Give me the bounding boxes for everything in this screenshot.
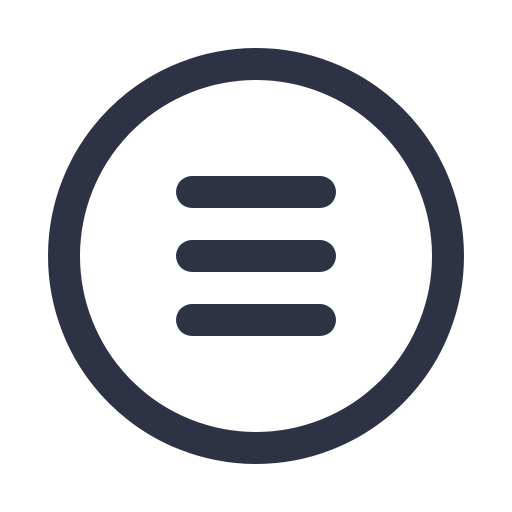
menu-circle-icon <box>48 48 464 464</box>
menu-button[interactable] <box>0 0 512 512</box>
